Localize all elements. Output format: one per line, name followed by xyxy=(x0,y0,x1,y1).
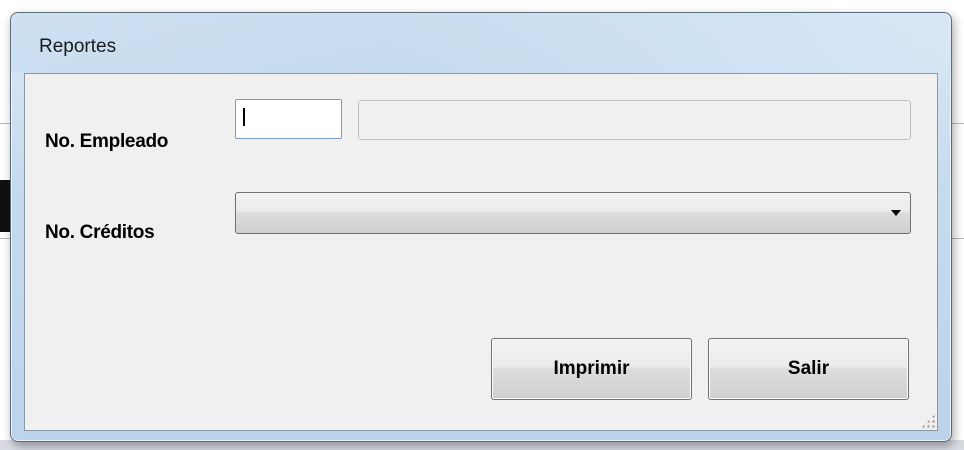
dialog-client-area: No. Empleado No. Créditos Imprimir Salir xyxy=(24,73,938,431)
creditos-dropdown[interactable] xyxy=(235,192,911,234)
print-button[interactable]: Imprimir xyxy=(491,338,692,400)
resize-grip-icon[interactable] xyxy=(921,414,935,428)
reportes-dialog: Reportes No. Empleado No. Créditos Impri… xyxy=(10,12,952,442)
window-title: Reportes xyxy=(39,36,117,57)
empleado-label: No. Empleado xyxy=(45,131,169,152)
text-caret xyxy=(243,108,245,126)
empleado-number-input[interactable] xyxy=(235,99,342,139)
title-bar[interactable]: Reportes xyxy=(11,13,951,73)
empleado-name-field xyxy=(358,100,911,140)
creditos-label: No. Créditos xyxy=(45,222,155,243)
dropdown-arrow-icon[interactable] xyxy=(891,210,901,216)
exit-button[interactable]: Salir xyxy=(708,338,909,400)
